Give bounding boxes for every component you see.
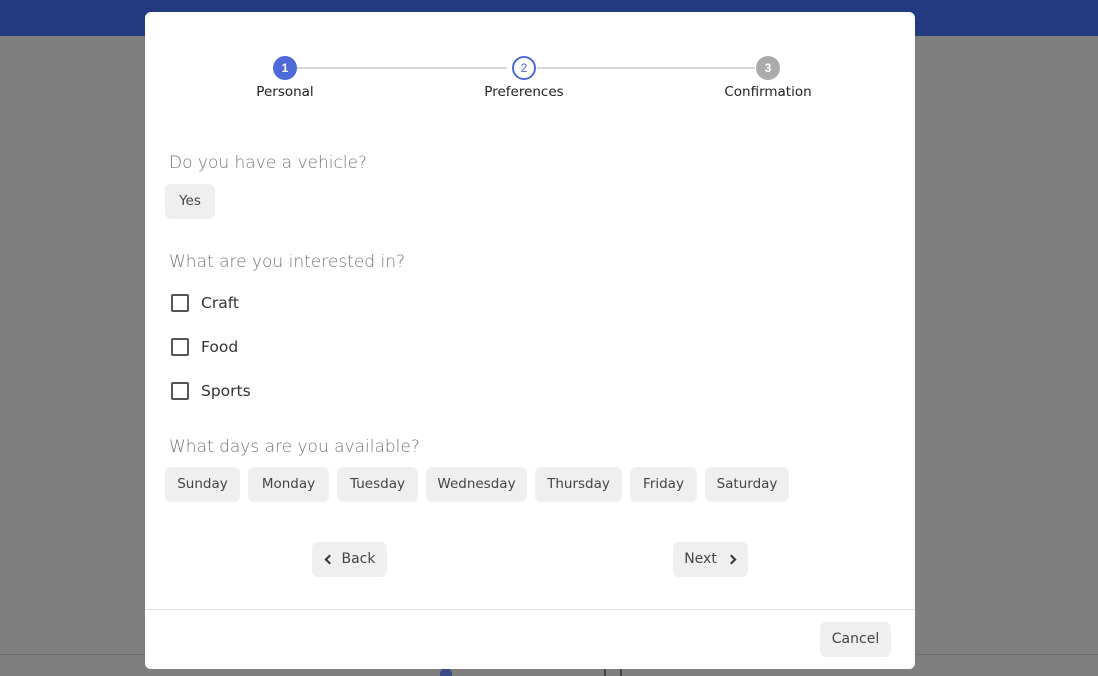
preferences-dialog: 1 Personal 2 Preferences 3 Confirmation … [145,12,915,669]
step-label: Confirmation [724,84,812,100]
craft-checkbox[interactable] [171,294,189,312]
checkbox-label: Food [201,338,239,356]
background-nav-icon [440,668,452,676]
next-button-label: Next [684,551,717,567]
sports-checkbox[interactable] [171,382,189,400]
vehicle-yes-button[interactable]: Yes [165,184,215,219]
next-button[interactable]: Next [673,542,748,577]
checkbox-label: Sports [201,382,251,400]
stepper: 1 Personal 2 Preferences 3 Confirmation [145,56,915,116]
step-preferences[interactable]: 2 Preferences [454,56,594,100]
day-tuesday-button[interactable]: Tuesday [337,467,418,502]
step-label: Personal [256,84,314,100]
days-question: What days are you available? [169,437,420,457]
step-personal[interactable]: 1 Personal [215,56,355,100]
chevron-left-icon [324,554,334,565]
vehicle-question: Do you have a vehicle? [169,153,368,173]
interest-craft[interactable]: Craft [171,291,239,315]
day-friday-button[interactable]: Friday [630,467,697,502]
step-number-badge: 1 [273,56,297,80]
food-checkbox[interactable] [171,338,189,356]
day-wednesday-button[interactable]: Wednesday [426,467,527,502]
back-button[interactable]: Back [312,542,387,577]
day-thursday-button[interactable]: Thursday [535,467,622,502]
interest-food[interactable]: Food [171,335,238,359]
step-label: Preferences [484,84,564,100]
checkbox-label: Craft [201,294,239,312]
day-monday-button[interactable]: Monday [248,467,329,502]
day-sunday-button[interactable]: Sunday [165,467,240,502]
interests-question: What are you interested in? [169,252,405,272]
step-number-badge: 2 [512,56,536,80]
step-confirmation[interactable]: 3 Confirmation [698,56,838,100]
day-saturday-button[interactable]: Saturday [705,467,789,502]
interest-sports[interactable]: Sports [171,379,251,403]
chevron-right-icon [726,554,737,565]
dialog-footer: Cancel [145,609,915,669]
step-number-badge: 3 [756,56,780,80]
cancel-button[interactable]: Cancel [820,622,891,657]
back-button-label: Back [341,551,376,567]
